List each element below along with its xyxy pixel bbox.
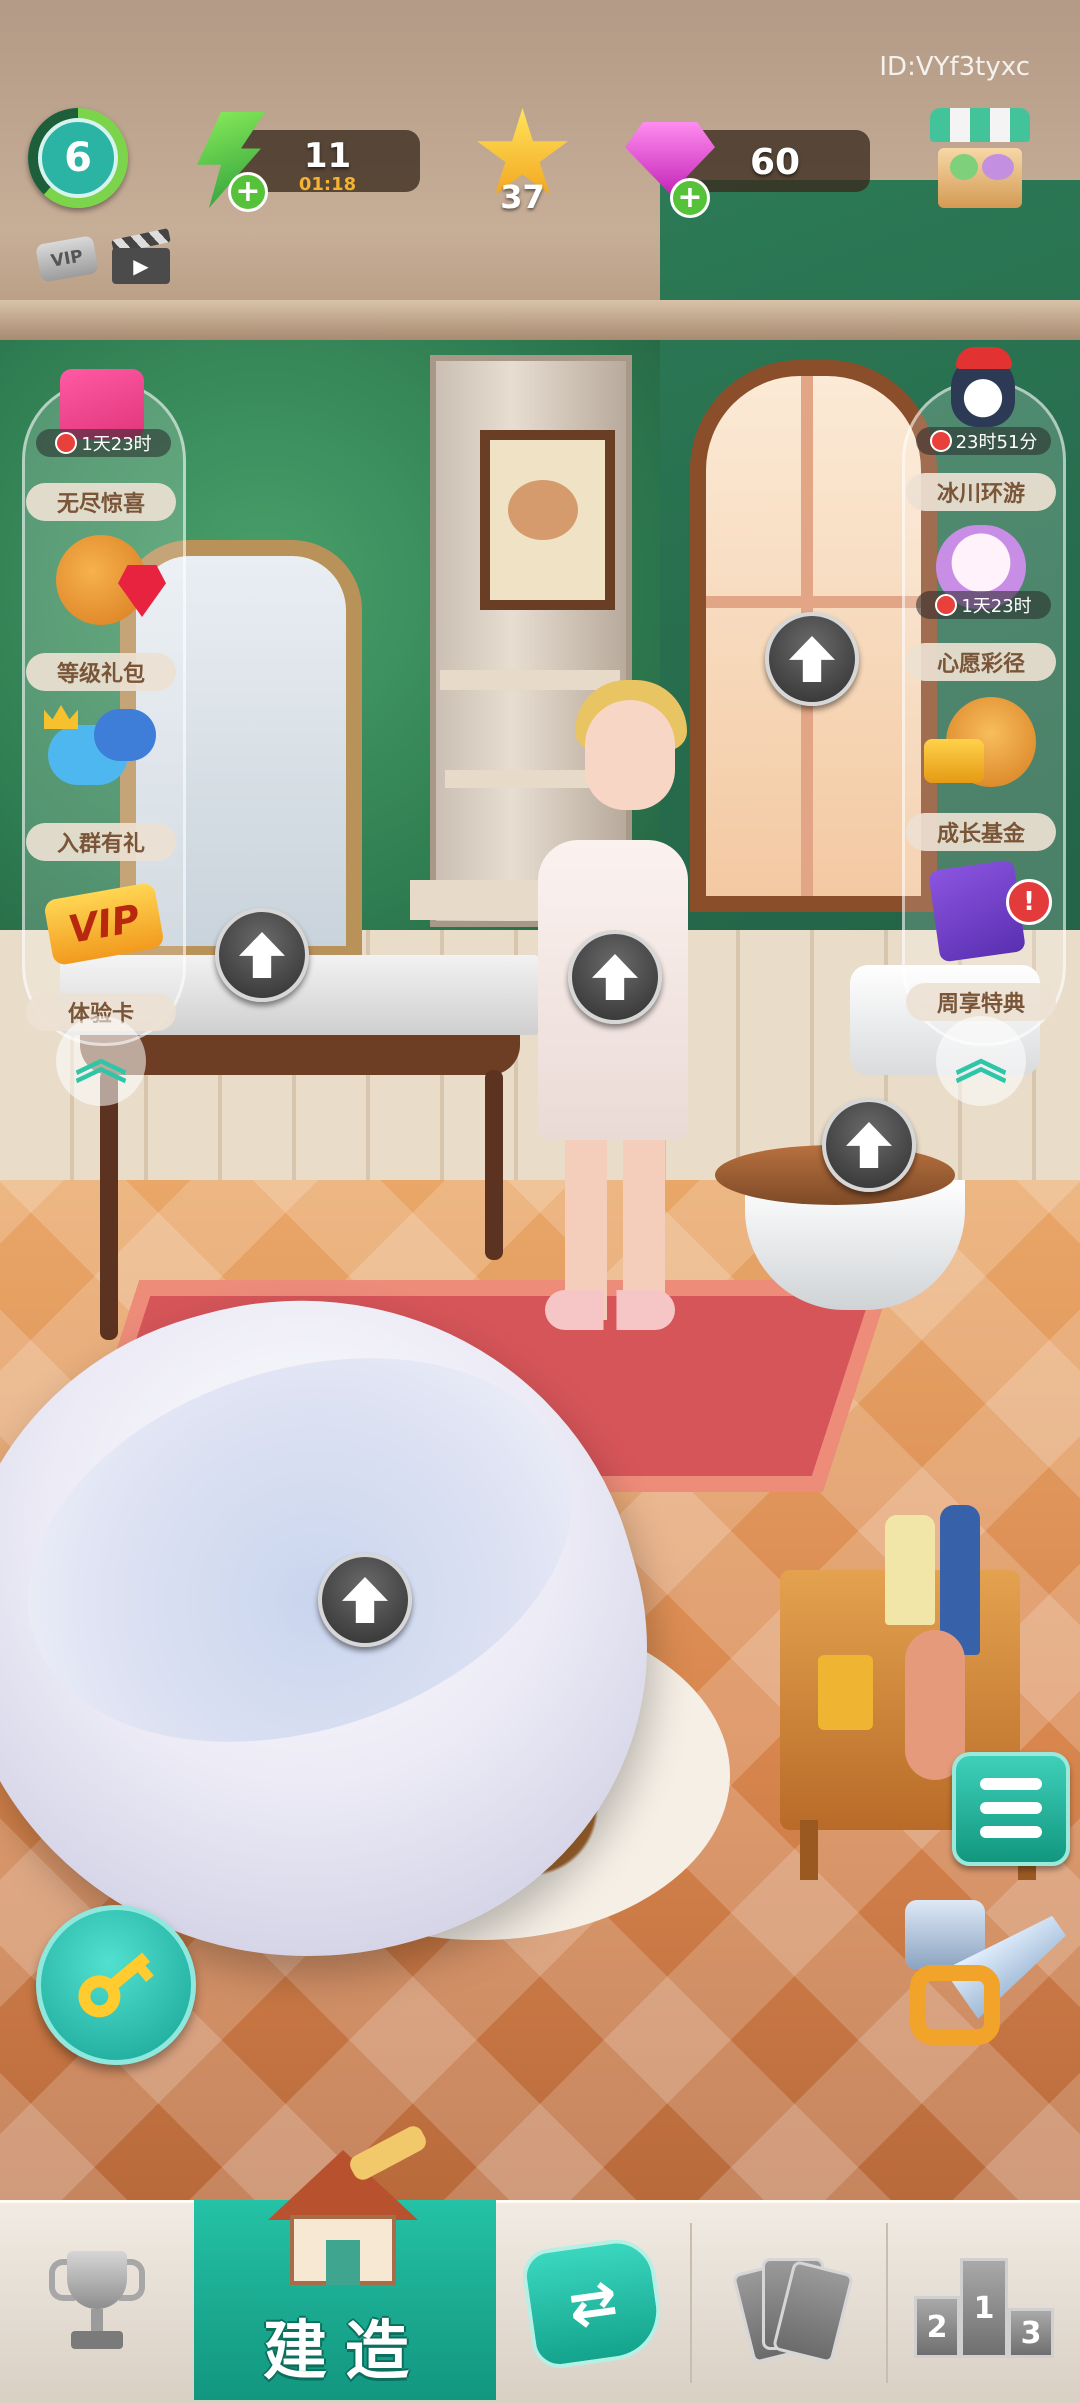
shower-gel-bottle [885, 1515, 935, 1625]
vanity-leg [100, 1070, 118, 1340]
upgrade-window-button[interactable] [765, 612, 859, 706]
add-gems-button[interactable]: + [670, 178, 710, 218]
collapse-right-rail-button[interactable]: ︽ [936, 1016, 1026, 1106]
add-energy-button[interactable]: + [228, 172, 268, 212]
vanity-base [80, 1035, 520, 1075]
list-icon [980, 1778, 1042, 1790]
podium-second: 2 [914, 2296, 960, 2358]
podium-third: 3 [1008, 2308, 1054, 2358]
event-label: 等级礼包 [26, 653, 176, 691]
energy-value: 11 [303, 136, 352, 176]
event-label: 入群有礼 [26, 823, 176, 861]
task-list-button[interactable] [952, 1752, 1070, 1866]
vip-card-icon: VIP [43, 881, 165, 967]
glacier-tour-event[interactable]: 23时51分 冰川环游 [906, 347, 1056, 515]
character-slippers [545, 1290, 675, 1330]
nav-swap-tab[interactable]: ⇄ [496, 2203, 690, 2403]
level-ring[interactable]: 6 [28, 108, 128, 208]
bottom-nav: ⇄ 2 1 3 [0, 2200, 1080, 2403]
crown-icon [44, 705, 78, 729]
upgrade-bathtub-button[interactable] [318, 1553, 412, 1647]
wish-rainbow-path-event[interactable]: 1天23时 心愿彩径 [906, 525, 1056, 685]
house-icon [268, 2122, 430, 2290]
up-arrow-icon [846, 1122, 892, 1168]
sponge [818, 1655, 873, 1730]
event-timer: 1天23时 [916, 591, 1051, 619]
tools-button[interactable] [895, 1890, 1075, 2070]
nav-leaderboard-tab[interactable]: 2 1 3 [888, 2203, 1080, 2403]
wall-picture [480, 430, 615, 610]
santa-hat-icon [956, 347, 1012, 369]
player-id: ID:VYf3tyxc [879, 52, 1030, 82]
clapperboard-icon[interactable]: ▶ [111, 228, 171, 286]
stars-count: 37 [500, 178, 545, 216]
podium-icon: 2 1 3 [914, 2248, 1054, 2358]
event-label: 成长基金 [906, 813, 1056, 851]
shelf [440, 670, 620, 690]
event-timer: 23时51分 [916, 427, 1051, 455]
podium-first: 1 [960, 2258, 1008, 2358]
growth-fund-event[interactable]: 成长基金 [906, 695, 1056, 855]
key-icon [58, 1927, 174, 2043]
shop-box [938, 148, 1022, 208]
vanity-leg [485, 1070, 503, 1260]
upgrade-toilet-button[interactable] [822, 1098, 916, 1192]
list-icon-line [980, 1802, 1042, 1814]
character-head [585, 700, 675, 810]
treasure-chest-icon [924, 739, 984, 783]
event-label: 心愿彩径 [906, 643, 1056, 681]
up-arrow-icon [789, 636, 835, 682]
cards-icon [731, 2244, 855, 2365]
level-gift-pack[interactable]: 等级礼包 [26, 535, 176, 695]
trophy-icon [49, 2251, 145, 2355]
ceiling-molding [0, 300, 1080, 340]
level-number: 6 [38, 118, 118, 198]
upgrade-mirror-button[interactable] [215, 908, 309, 1002]
list-icon-line [980, 1826, 1042, 1838]
up-arrow-icon [239, 932, 285, 978]
collapse-left-rail-button[interactable]: ︽ [56, 1016, 146, 1106]
swap-icon: ⇄ [519, 2234, 667, 2372]
nav-trophy-tab[interactable] [0, 2203, 194, 2403]
upgrade-shelf-button[interactable] [568, 930, 662, 1024]
join-group-reward[interactable]: 入群有礼 [26, 705, 176, 865]
chat-bubble-icon [94, 709, 156, 761]
build-label: 建造 [263, 2315, 427, 2389]
notification-badge: ! [1006, 879, 1052, 925]
shop-icon [930, 108, 1030, 142]
weekly-special-event[interactable]: ! 周享特典 [906, 859, 1056, 1025]
event-label: 冰川环游 [906, 473, 1056, 511]
key-button[interactable] [36, 1905, 196, 2065]
saw-handle-icon [910, 1965, 1000, 2045]
event-timer: 1天23时 [36, 429, 171, 457]
endless-surprise-event[interactable]: 1天23时 无尽惊喜 [26, 365, 176, 525]
up-arrow-icon [592, 954, 638, 1000]
shop-button[interactable] [930, 108, 1030, 208]
vip-trial-card[interactable]: VIP 体验卡 [26, 875, 176, 1035]
up-arrow-icon [342, 1577, 388, 1623]
nav-cards-tab[interactable] [692, 2203, 886, 2403]
event-label: 无尽惊喜 [26, 483, 176, 521]
